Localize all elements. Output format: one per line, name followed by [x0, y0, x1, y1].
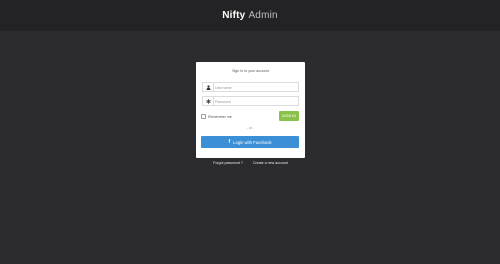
password-field[interactable] [202, 96, 299, 106]
facebook-login-button[interactable]: f Login with Facebook [201, 136, 299, 148]
asterisk-icon [203, 97, 214, 106]
username-input[interactable] [215, 83, 295, 92]
login-title: Sign In to your account [232, 69, 269, 73]
facebook-icon: f [228, 139, 231, 145]
or-divider: - or - [246, 126, 255, 130]
username-field[interactable] [202, 82, 299, 92]
remember-me[interactable]: Remember me [201, 114, 232, 119]
brand-name-bold: Nifty [222, 10, 246, 21]
sign-in-button[interactable]: SIGN IN [279, 111, 299, 121]
brand-logo: Nifty Admin [222, 10, 278, 21]
footer-links: Forgot password ? Create a new account [196, 161, 305, 165]
top-bar: Nifty Admin [0, 0, 500, 31]
user-icon [203, 83, 214, 92]
password-input[interactable] [215, 97, 295, 106]
remember-checkbox[interactable] [201, 114, 206, 119]
facebook-login-label: Login with Facebook [233, 139, 272, 145]
brand-name-light: Admin [248, 10, 278, 21]
remember-label: Remember me [208, 114, 232, 119]
create-account-link[interactable]: Create a new account [253, 161, 288, 165]
forgot-password-link[interactable]: Forgot password ? [213, 161, 243, 165]
